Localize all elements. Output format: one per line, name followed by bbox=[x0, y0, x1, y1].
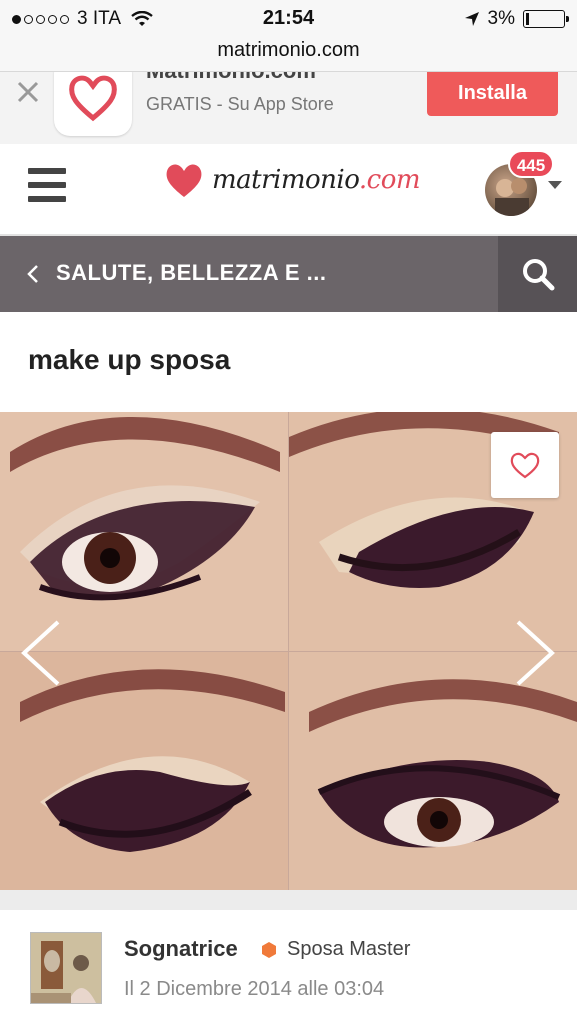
favorite-button[interactable] bbox=[491, 432, 559, 498]
chevron-left-icon[interactable] bbox=[18, 618, 62, 688]
install-button[interactable]: Installa bbox=[427, 72, 558, 116]
notification-badge: 445 bbox=[508, 150, 554, 178]
post-date: Il 2 Dicembre 2014 alle 03:04 bbox=[124, 978, 385, 1000]
chevron-down-icon[interactable] bbox=[548, 181, 562, 189]
hexagon-icon bbox=[262, 942, 276, 958]
battery-icon bbox=[523, 10, 569, 28]
author-name[interactable]: Sognatrice bbox=[124, 936, 238, 962]
heart-icon bbox=[510, 452, 540, 479]
app-name: Matrimonio.com bbox=[146, 72, 316, 84]
category-title[interactable]: SALUTE, BELLEZZA E ... bbox=[56, 260, 327, 286]
url-bar[interactable]: matrimonio.com bbox=[0, 36, 577, 72]
site-logo[interactable]: matrimonio.com bbox=[162, 160, 421, 200]
heart-logo-icon bbox=[69, 75, 117, 122]
app-subtitle: GRATIS - Su App Store bbox=[146, 94, 334, 114]
status-bar: 3 ITA 21:54 3% bbox=[0, 0, 577, 36]
category-bar: SALUTE, BELLEZZA E ... bbox=[0, 236, 577, 312]
close-icon[interactable] bbox=[14, 78, 42, 106]
battery-percent: 3% bbox=[487, 8, 515, 29]
chevron-left-icon[interactable] bbox=[22, 258, 44, 290]
page-title: make up sposa bbox=[28, 344, 231, 375]
section-divider bbox=[0, 890, 577, 910]
search-icon bbox=[522, 259, 554, 291]
search-button[interactable] bbox=[498, 236, 577, 312]
app-icon bbox=[54, 72, 132, 136]
status-right: 3% bbox=[464, 8, 569, 30]
url-text: matrimonio.com bbox=[217, 39, 360, 61]
app-banner: Matrimonio.com GRATIS - Su App Store Ins… bbox=[0, 72, 577, 144]
author-rank: Sposa Master bbox=[287, 938, 411, 960]
author-row: Sognatrice Sposa Master Il 2 Dicembre 20… bbox=[0, 910, 577, 1024]
menu-icon[interactable] bbox=[28, 168, 66, 202]
chevron-right-icon[interactable] bbox=[514, 618, 558, 688]
location-arrow-icon bbox=[464, 12, 479, 26]
site-header: matrimonio.com bbox=[0, 144, 577, 236]
image-divider bbox=[0, 651, 577, 652]
logo-text: matrimonio.com bbox=[212, 165, 421, 195]
eye-makeup-image bbox=[0, 412, 288, 651]
author-avatar[interactable] bbox=[30, 932, 102, 1004]
heart-logo-icon bbox=[166, 164, 202, 197]
